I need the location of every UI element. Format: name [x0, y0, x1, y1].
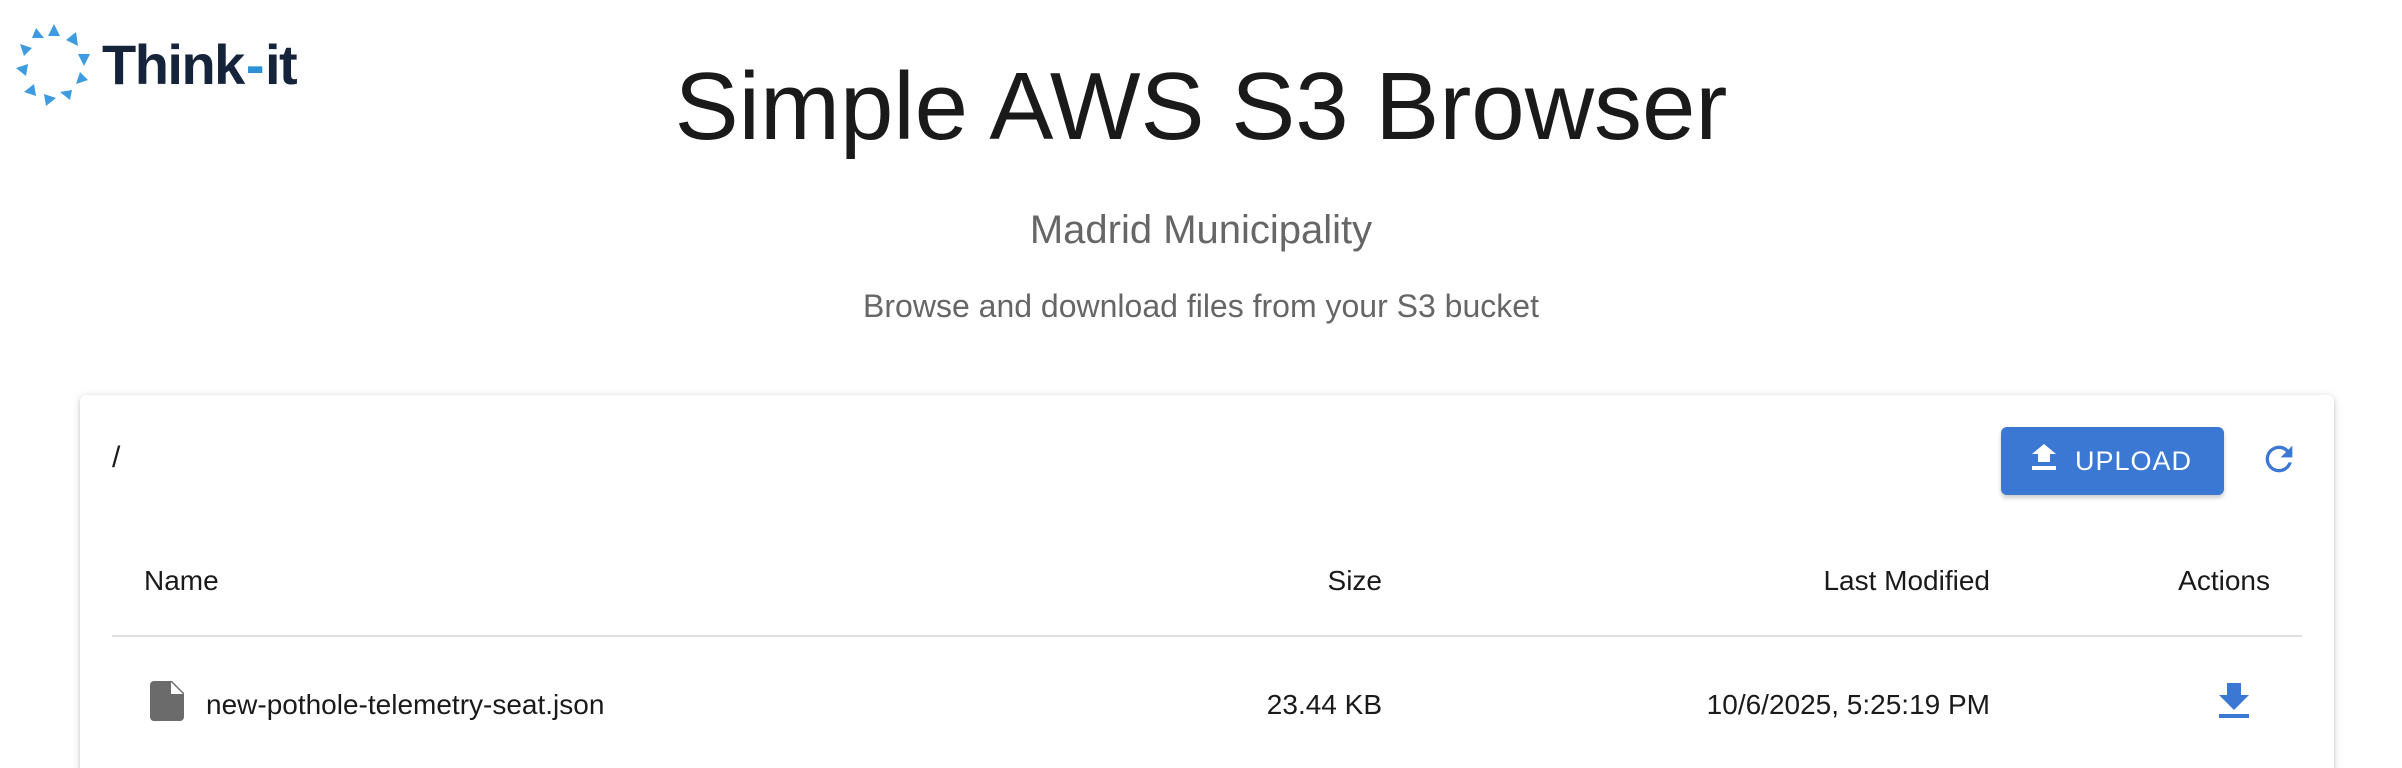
- files-table: Name Size Last Modified Actions new-poth…: [112, 525, 2302, 768]
- refresh-icon: [2259, 439, 2299, 484]
- download-icon: [2218, 683, 2250, 725]
- current-path: /: [112, 441, 121, 474]
- file-last-modified: 10/6/2025, 5:25:19 PM: [1706, 689, 1990, 720]
- file-name[interactable]: new-pothole-telemetry-seat.json: [206, 689, 604, 721]
- column-header-actions: Actions: [2178, 565, 2270, 596]
- column-header-name[interactable]: Name: [144, 565, 219, 597]
- file-browser-card: / UPLOAD Name Size Last Modified Actions…: [80, 395, 2334, 768]
- refresh-button[interactable]: [2254, 436, 2304, 486]
- page-subtitle: Browse and download files from your S3 b…: [863, 288, 1539, 324]
- table-row[interactable]: new-pothole-telemetry-seat.json 23.44 KB…: [112, 637, 2302, 768]
- download-button[interactable]: [2218, 683, 2250, 726]
- page-title: Simple AWS S3 Browser: [674, 53, 1728, 160]
- upload-button[interactable]: UPLOAD: [2000, 427, 2224, 495]
- upload-button-label: UPLOAD: [2074, 445, 2192, 476]
- table-header: Name Size Last Modified Actions: [112, 525, 2302, 637]
- organization-name: Madrid Municipality: [1029, 208, 1373, 252]
- file-icon: [150, 681, 184, 728]
- file-size: 23.44 KB: [1266, 689, 1382, 720]
- column-header-size[interactable]: Size: [1328, 565, 1382, 597]
- toolbar-actions: UPLOAD: [2000, 427, 2304, 495]
- upload-icon: [2031, 443, 2057, 479]
- page: Think-it Simple AWS S3 Browser Madrid Mu…: [0, 0, 2402, 768]
- file-name-cell: new-pothole-telemetry-seat.json: [150, 681, 604, 728]
- column-header-last-modified[interactable]: Last Modified: [1823, 565, 1990, 597]
